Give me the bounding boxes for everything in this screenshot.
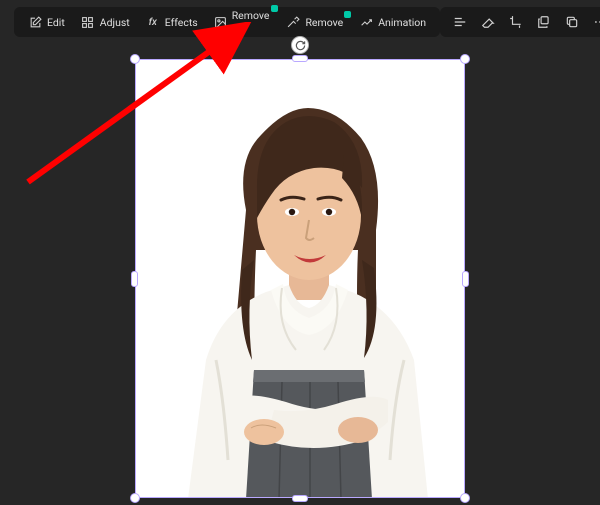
align-icon	[453, 15, 467, 29]
resize-handle-s[interactable]	[292, 495, 308, 502]
selection-frame[interactable]	[135, 59, 465, 498]
photo-content[interactable]	[136, 60, 464, 497]
effects-label: Effects	[165, 16, 198, 29]
remove-icon	[286, 15, 300, 29]
layers-icon	[537, 15, 551, 29]
crop-button[interactable]	[504, 10, 528, 34]
portrait-image	[136, 60, 464, 497]
ai-badge-icon	[271, 5, 278, 12]
remove-bg-icon	[214, 15, 227, 29]
animation-icon	[359, 15, 373, 29]
ai-badge-icon	[344, 11, 351, 18]
adjust-button[interactable]: Adjust	[75, 11, 136, 33]
fx-icon: fx	[146, 15, 160, 29]
edit-label: Edit	[47, 16, 65, 29]
toolbar-right	[440, 7, 600, 37]
erase-icon	[481, 15, 495, 29]
rotate-handle[interactable]	[291, 36, 309, 54]
toolbar-left: Edit Adjust fx Effects Remove BG Remove	[14, 7, 440, 37]
rotate-icon	[295, 40, 306, 51]
resize-handle-nw[interactable]	[130, 54, 140, 64]
more-icon	[593, 15, 600, 29]
more-button[interactable]	[588, 10, 600, 34]
remove-button[interactable]: Remove	[280, 11, 349, 33]
effects-button[interactable]: fx Effects	[140, 11, 204, 33]
canvas-area[interactable]	[0, 50, 600, 505]
crop-icon	[509, 15, 523, 29]
remove-bg-label: Remove BG	[232, 9, 271, 35]
resize-handle-n[interactable]	[292, 55, 308, 62]
resize-handle-se[interactable]	[460, 493, 470, 503]
adjust-label: Adjust	[100, 16, 130, 29]
align-button[interactable]	[448, 10, 472, 34]
resize-handle-ne[interactable]	[460, 54, 470, 64]
remove-bg-button[interactable]: Remove BG	[208, 5, 277, 39]
animation-label: Animation	[378, 16, 426, 29]
layers-button[interactable]	[532, 10, 556, 34]
resize-handle-w[interactable]	[131, 271, 138, 287]
erase-button[interactable]	[476, 10, 500, 34]
copy-button[interactable]	[560, 10, 584, 34]
remove-label: Remove	[305, 16, 343, 29]
copy-icon	[565, 15, 579, 29]
edit-button[interactable]: Edit	[22, 11, 71, 33]
adjust-icon	[81, 15, 95, 29]
toolbar: Edit Adjust fx Effects Remove BG Remove	[14, 6, 586, 38]
resize-handle-e[interactable]	[462, 271, 469, 287]
resize-handle-sw[interactable]	[130, 493, 140, 503]
animation-button[interactable]: Animation	[353, 11, 432, 33]
edit-icon	[28, 15, 42, 29]
